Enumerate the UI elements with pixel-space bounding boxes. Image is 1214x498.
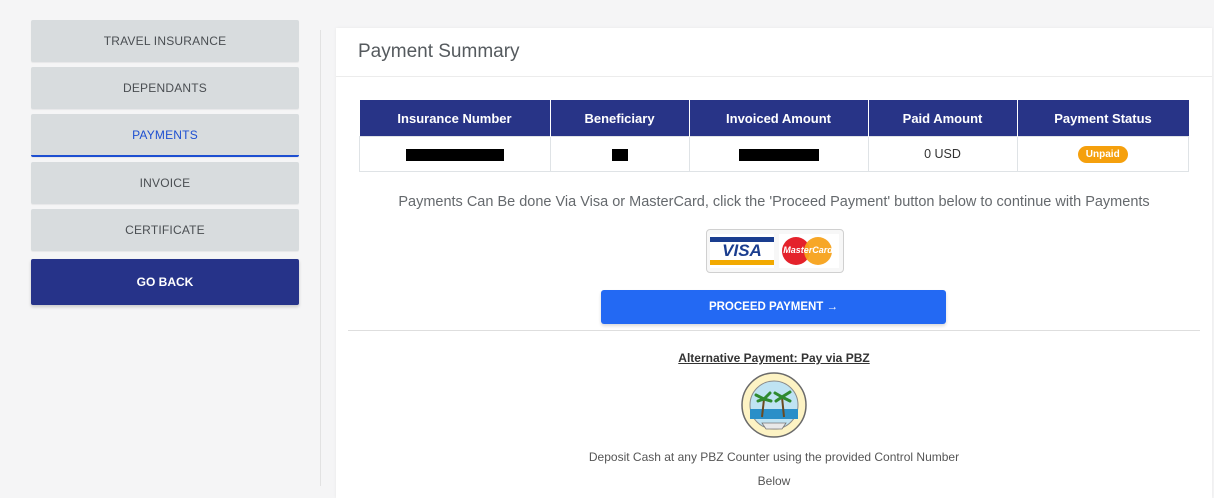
cell-beneficiary [549,136,690,172]
mastercard-logo-icon: MasterCard [779,234,839,268]
nav-invoice[interactable]: INVOICE [31,162,299,204]
redaction-block [611,148,628,161]
divider [336,76,1212,77]
header-invoiced-amount: Invoiced Amount [688,100,868,137]
go-back-button[interactable]: GO BACK [31,259,299,305]
cell-paid-amount: 0 USD [867,136,1018,172]
deposit-line: Below [757,474,791,488]
alternative-payment-link[interactable]: Alternative Payment: Pay via PBZ [336,351,1212,365]
status-badge: Unpaid [1077,145,1128,163]
header-beneficiary: Beneficiary [549,100,689,137]
table-header-row: Insurance Number Beneficiary Invoiced Am… [359,100,1189,137]
sidebar: TRAVEL INSURANCE DEPENDANTS PAYMENTS INV… [31,20,299,305]
header-payment-status: Payment Status [1016,100,1189,137]
pbz-seal-icon [741,372,807,438]
table-row: 0 USD Unpaid [359,136,1189,172]
cell-invoiced-amount [688,136,869,172]
card-logos: VISA MasterCard [706,229,844,273]
nav-certificate[interactable]: CERTIFICATE [31,209,299,251]
proceed-payment-button[interactable]: PROCEED PAYMENT → [601,290,946,324]
divider [320,30,321,486]
header-paid-amount: Paid Amount [867,100,1017,137]
redaction-block [738,148,819,161]
redaction-block [405,148,504,161]
cell-insurance-number [359,136,551,172]
nav-dependants[interactable]: DEPENDANTS [31,67,299,109]
payment-instructions: Payments Can Be done Via Visa or MasterC… [398,194,1150,210]
cell-payment-status: Unpaid [1016,136,1189,172]
divider [348,330,1200,331]
nav-travel-insurance[interactable]: TRAVEL INSURANCE [31,20,299,62]
visa-logo-icon: VISA [710,234,774,268]
deposit-line: Deposit Cash at any PBZ Counter using th… [588,450,960,464]
nav-payments[interactable]: PAYMENTS [31,114,299,157]
payment-table: Insurance Number Beneficiary Invoiced Am… [359,100,1189,172]
header-insurance-number: Insurance Number [359,100,550,137]
payment-summary-panel: Payment Summary Insurance Number Benefic… [336,28,1212,498]
panel-title: Payment Summary [358,41,520,62]
